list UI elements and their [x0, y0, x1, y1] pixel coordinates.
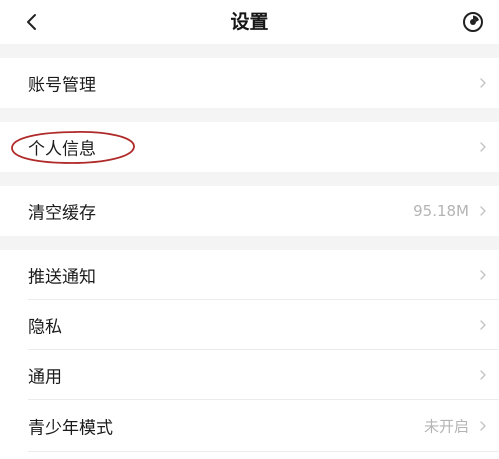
settings-row-push-notifications[interactable]: 推送通知: [0, 250, 499, 300]
settings-row-personal-info[interactable]: 个人信息: [0, 122, 499, 172]
section-gap: [0, 44, 499, 58]
section-gap: [0, 236, 499, 250]
chevron-right-icon: [480, 206, 486, 216]
nav-bar: 设置: [0, 0, 499, 44]
page-title: 设置: [230, 11, 269, 33]
chevron-right-icon: [480, 421, 486, 431]
chevron-left-icon: [27, 14, 36, 30]
section-gap: [0, 172, 499, 186]
row-label: 账号管理: [28, 75, 96, 96]
row-label: 隐私: [28, 317, 62, 338]
row-divider: [28, 451, 499, 452]
chevron-right-icon: [480, 78, 486, 88]
settings-row-general[interactable]: 通用: [0, 350, 499, 400]
theme-mode-icon: [463, 12, 483, 32]
row-label: 个人信息: [28, 139, 96, 160]
settings-row-account[interactable]: 账号管理: [0, 58, 499, 108]
row-label: 通用: [28, 367, 62, 388]
cache-size-value: 95.18M: [413, 202, 469, 220]
chevron-right-icon: [480, 142, 486, 152]
settings-row-privacy[interactable]: 隐私: [0, 300, 499, 350]
section-gap: [0, 108, 499, 122]
theme-mode-button[interactable]: [459, 8, 487, 36]
row-label: 推送通知: [28, 267, 96, 288]
settings-row-clear-cache[interactable]: 清空缓存 95.18M: [0, 186, 499, 236]
chevron-right-icon: [480, 320, 486, 330]
row-label: 青少年模式: [28, 418, 113, 439]
row-label: 清空缓存: [28, 203, 96, 224]
back-button[interactable]: [18, 8, 46, 36]
chevron-right-icon: [480, 370, 486, 380]
chevron-right-icon: [480, 270, 486, 280]
settings-row-teen-mode[interactable]: 青少年模式 未开启: [0, 400, 499, 452]
teen-mode-status: 未开启: [423, 417, 469, 436]
